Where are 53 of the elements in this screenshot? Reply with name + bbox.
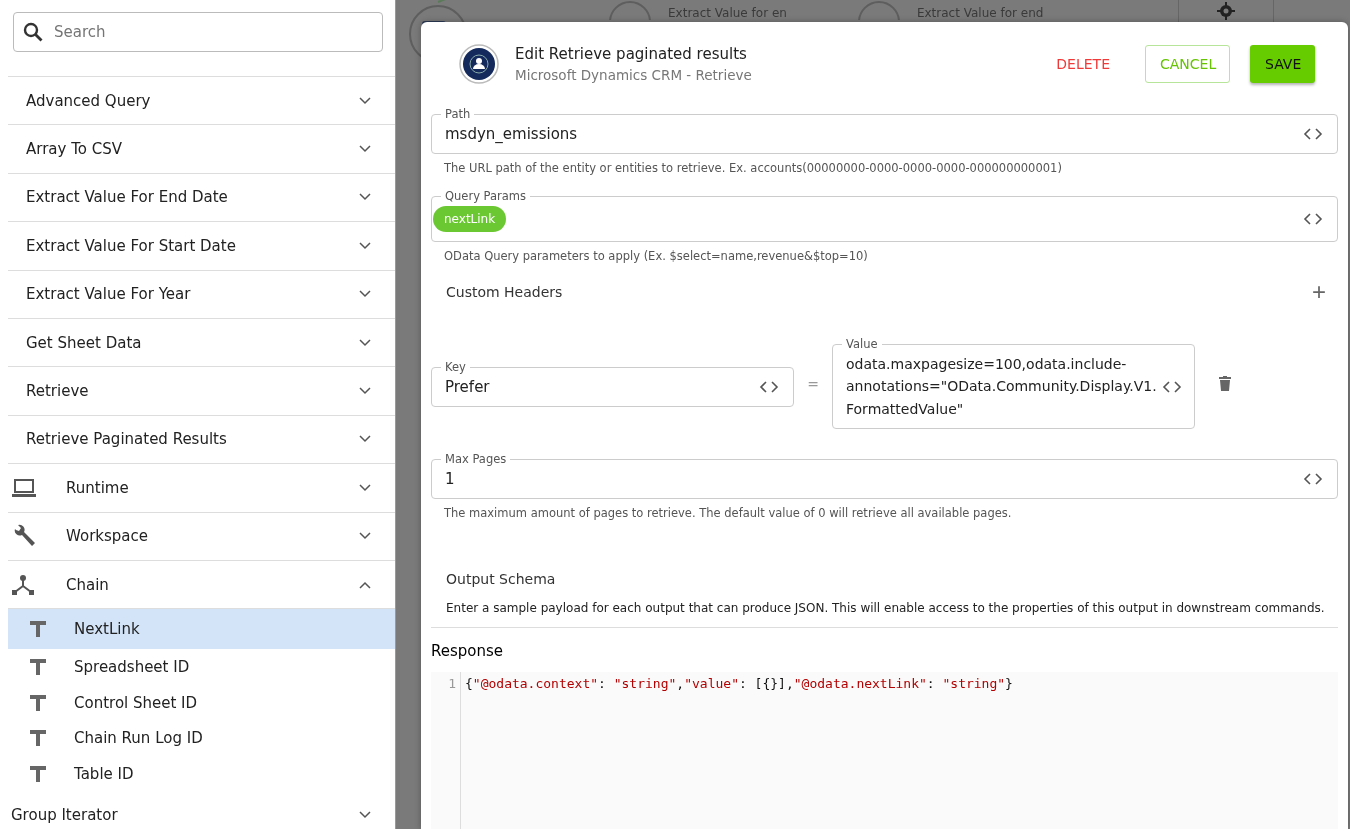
text-type-icon <box>30 730 46 747</box>
laptop-icon <box>12 478 36 497</box>
save-button[interactable]: SAVE <box>1250 45 1315 83</box>
helper-text: OData Query parameters to apply (Ex. $select=name,revenue&$top=10) <box>443 248 869 265</box>
dialog-subtitle: Microsoft Dynamics CRM - Retrieve <box>515 67 753 83</box>
dialog-title: Edit Retrieve paginated results <box>515 45 748 63</box>
accordion-header[interactable]: Advanced Query <box>8 77 395 126</box>
code-icon <box>759 380 779 393</box>
variable-item[interactable]: Control Sheet ID <box>8 684 395 721</box>
text-type-icon <box>30 694 46 711</box>
accordion-header[interactable]: Extract Value For Year <box>8 270 395 319</box>
flow-node-icon <box>856 0 901 20</box>
flow-node-icon <box>608 0 652 20</box>
accordion-header[interactable]: Get Sheet Data <box>8 318 395 368</box>
node-label: Extract Value for en <box>668 6 787 20</box>
variable-item[interactable]: Chain Run Log ID <box>8 720 395 756</box>
accordion-header[interactable]: Extract Value For Start Date <box>8 222 395 271</box>
helper-text: The URL path of the entity or entities to retrieve. Ex. accounts(00000000-0000-0000-0000-000000000001) <box>443 160 1063 177</box>
variable-item[interactable]: NextLink <box>8 609 395 650</box>
text-type-icon <box>30 659 46 676</box>
connector-logo-icon <box>459 44 499 84</box>
delete-button[interactable]: DELETE <box>1041 45 1125 83</box>
node-label: Extract Value for end <box>916 6 1044 20</box>
trash-icon <box>1219 376 1231 391</box>
accordion-header[interactable]: Array To CSV <box>8 125 395 174</box>
code-icon <box>1162 380 1182 393</box>
text-type-icon <box>30 621 46 638</box>
wrench-icon <box>12 524 36 549</box>
section-title: Output Schema <box>446 571 557 587</box>
accordion-header[interactable]: Extract Value For End Date <box>8 173 395 223</box>
search-icon <box>23 22 43 42</box>
accordion-header[interactable]: Retrieve <box>8 367 395 416</box>
code-icon <box>1303 213 1323 225</box>
code-icon <box>1303 473 1323 485</box>
accordion-header[interactable]: Retrieve Paginated Results <box>8 415 395 465</box>
equals-sign: = <box>806 375 820 392</box>
search-field[interactable]: Search <box>13 12 383 52</box>
code-icon <box>1303 128 1323 140</box>
hierarchy-icon <box>12 574 34 595</box>
variable-item[interactable]: Table ID <box>8 755 395 792</box>
code-editor[interactable]: 1 {"@odata.context": "string","value": [{}],"@odata.nextLink": "string"} <box>431 672 1338 829</box>
accordion-header[interactable]: Workspace <box>8 512 395 561</box>
code-line: {"@odata.context": "string","value": [{}],"@odata.nextLink": "string"} <box>465 676 1013 691</box>
line-number: 1 <box>447 676 456 691</box>
accordion-header[interactable]: Runtime <box>8 464 395 513</box>
description-text: Enter a sample payload for each output that can produce JSON. This will enable access to the properties of this output in downstream commands. <box>446 601 1323 615</box>
accordion-header[interactable]: Group Iterator <box>8 791 395 829</box>
text-type-icon <box>30 765 46 782</box>
helper-text: The maximum amount of pages to retrieve. The default value of 0 will retrieve all available pages. <box>443 505 1013 522</box>
add-button[interactable]: + <box>1312 278 1326 306</box>
section-title: Response <box>431 641 505 662</box>
section-title: Custom Headers <box>446 284 563 300</box>
variable-item[interactable]: Spreadsheet ID <box>8 649 395 685</box>
